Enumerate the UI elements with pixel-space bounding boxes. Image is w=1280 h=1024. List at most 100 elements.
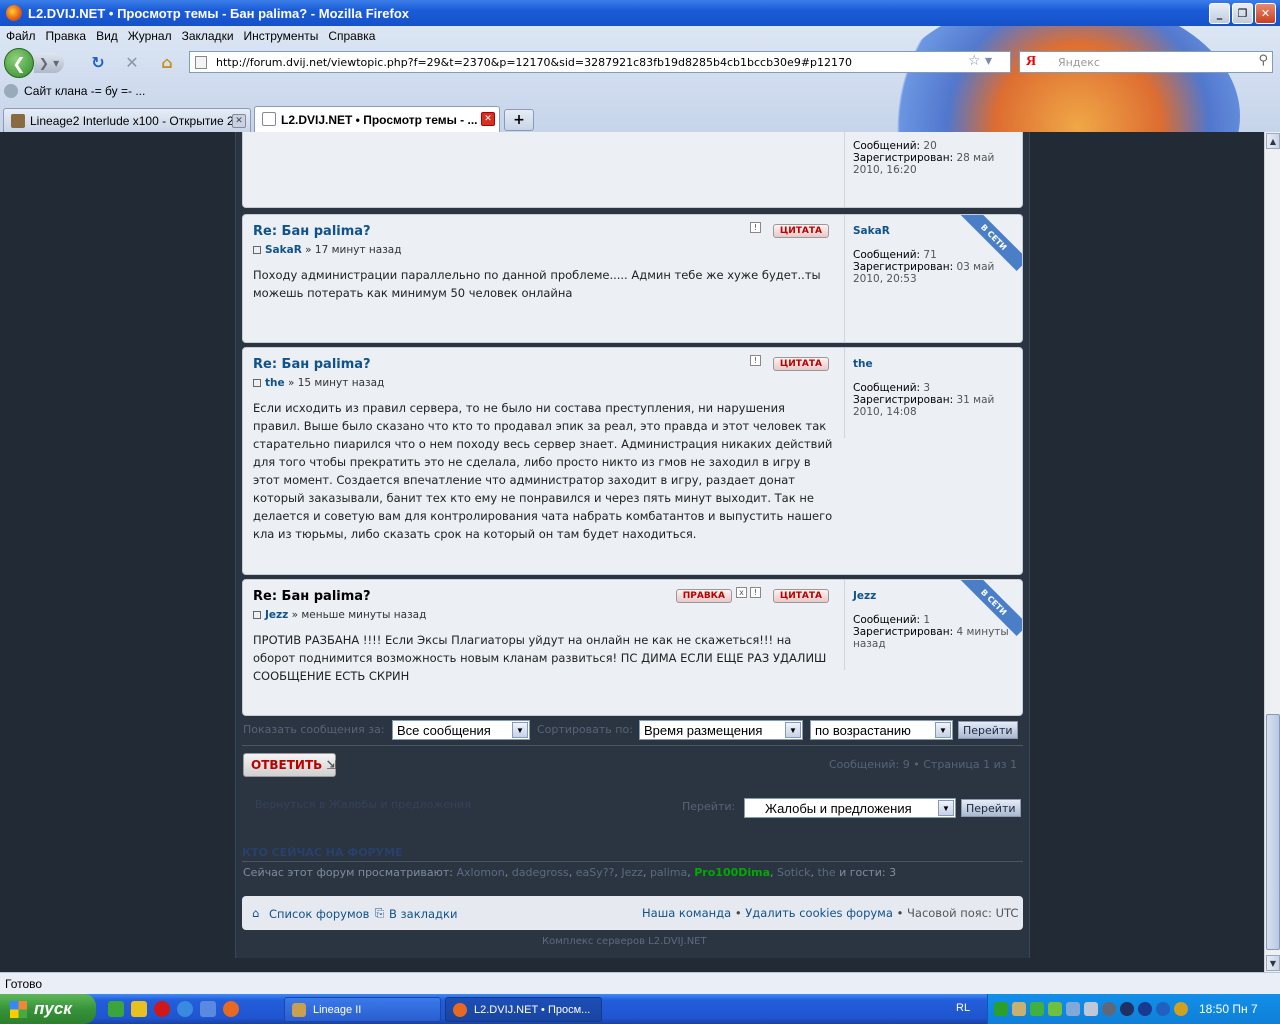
report-icon[interactable]: ! [750, 222, 761, 233]
divider [242, 745, 1023, 746]
menu-view[interactable]: Вид [92, 26, 124, 46]
show-posts-select[interactable]: Все сообщения ▼ [392, 720, 530, 740]
delete-icon[interactable]: x [736, 587, 747, 598]
minimize-button[interactable]: _ [1209, 3, 1230, 24]
back-to-forum-link[interactable]: Вернуться в Жалобы и предложения [255, 798, 471, 811]
status-bar: Готово [0, 972, 1280, 994]
sort-order-select[interactable]: по возрастанию ▼ [810, 720, 953, 740]
taskbar-item-lineage[interactable]: Lineage II [284, 997, 441, 1022]
tray-icon[interactable] [1174, 1002, 1188, 1016]
scroll-thumb[interactable] [1266, 714, 1280, 950]
post-time: » 17 минут назад [305, 244, 402, 256]
jump-go-button[interactable]: Перейти [961, 799, 1021, 817]
online-user-link[interactable]: Jezz [621, 866, 643, 879]
report-icon[interactable]: ! [750, 355, 761, 366]
page-icon [195, 56, 207, 69]
close-button[interactable]: ✕ [1255, 3, 1276, 24]
language-indicator[interactable]: RL [956, 1002, 970, 1014]
search-input[interactable]: Я Яндекс ⚲ [1019, 51, 1273, 73]
firefox-icon[interactable] [223, 1001, 239, 1017]
tray-icon[interactable] [994, 1002, 1008, 1016]
tray-icon[interactable] [1012, 1002, 1026, 1016]
post-author[interactable]: the [265, 377, 285, 389]
online-user-link[interactable]: dadegross [512, 866, 569, 879]
bookmark-item[interactable]: Сайт клана -= бу =- ... [24, 84, 145, 98]
tray-icon[interactable] [1102, 1002, 1116, 1016]
start-label: пуск [34, 999, 72, 1018]
online-user-link[interactable]: eaSy?? [576, 866, 615, 879]
windows-logo-icon [10, 1001, 27, 1018]
new-tab-button[interactable]: + [504, 109, 534, 131]
menu-edit[interactable]: Правка [42, 26, 93, 46]
profile-username[interactable]: Jezz [853, 590, 1022, 602]
home-icon[interactable]: ⌂ [157, 52, 177, 72]
post-author[interactable]: SakaR [265, 244, 302, 256]
tray-icon[interactable] [1066, 1002, 1080, 1016]
post-time: » 15 минут назад [287, 377, 385, 389]
quicklaunch-icon[interactable] [131, 1001, 147, 1017]
search-icon[interactable]: ⚲ [1258, 53, 1268, 68]
bookmark-star-icon[interactable]: ☆ ▾ [968, 53, 992, 69]
start-button[interactable]: пуск [0, 994, 96, 1024]
delete-cookies-link[interactable]: Удалить cookies форума [745, 906, 893, 920]
online-user-link[interactable]: Axlomon [457, 866, 505, 879]
menu-help[interactable]: Справка [324, 26, 381, 46]
tab-lineage2[interactable]: Lineage2 Interlude x100 - Открытие 2... … [3, 108, 251, 132]
tray-icon[interactable] [1138, 1002, 1152, 1016]
sort-by-select[interactable]: Время размещения ▼ [639, 720, 803, 740]
back-button[interactable]: ❮ [4, 48, 34, 78]
online-user-link[interactable]: Pro100Dima [694, 866, 770, 879]
page-scrollbar[interactable]: ▲ ▼ [1264, 132, 1280, 972]
quote-button[interactable]: ЦИТАТА [772, 224, 829, 238]
post-title[interactable]: Re: Бан palima? [253, 357, 833, 372]
close-tab-icon[interactable]: ✕ [232, 114, 246, 128]
forum-list-link[interactable]: Список форумов [269, 907, 369, 921]
jump-select[interactable]: Жалобы и предложения ▼ [744, 798, 956, 818]
quicklaunch-icon[interactable] [108, 1001, 124, 1017]
profile-username[interactable]: SakaR [853, 225, 1022, 237]
online-user-link[interactable]: palima [650, 866, 687, 879]
scroll-down-arrow-icon[interactable]: ▼ [1266, 955, 1280, 971]
team-link[interactable]: Наша команда [642, 906, 731, 920]
maximize-button[interactable]: ❐ [1232, 3, 1253, 24]
online-user-separator: , [642, 866, 650, 879]
edit-button[interactable]: ПРАВКА [675, 589, 732, 603]
report-icon[interactable]: ! [750, 587, 761, 598]
close-tab-icon[interactable]: ✕ [481, 112, 495, 126]
taskbar-item-firefox[interactable]: L2.DVIJ.NET • Просм... [445, 997, 602, 1022]
online-user-link[interactable]: Sotick [777, 866, 811, 879]
url-text: http://forum.dvij.net/viewtopic.php?f=29… [216, 55, 853, 69]
reply-button[interactable]: ОТВЕТИТЬ ⇲ [243, 753, 336, 777]
post-icon [253, 246, 261, 254]
menu-tools[interactable]: Инструменты [240, 26, 325, 46]
quote-button[interactable]: ЦИТАТА [772, 357, 829, 371]
menu-file[interactable]: Файл [2, 26, 42, 46]
tray-icon[interactable] [1048, 1002, 1062, 1016]
bookmarks-link[interactable]: В закладки [389, 907, 457, 921]
tab-forum[interactable]: L2.DVIJ.NET • Просмотр темы - ... ✕ [254, 106, 500, 132]
online-user-separator: , [568, 866, 576, 879]
quicklaunch-icon[interactable] [200, 1001, 216, 1017]
opera-icon[interactable] [154, 1001, 170, 1017]
scroll-up-arrow-icon[interactable]: ▲ [1266, 133, 1280, 149]
forward-button[interactable]: ❯ ▾ [34, 53, 64, 73]
post-title[interactable]: Re: Бан palima? [253, 224, 833, 239]
stop-icon[interactable]: ✕ [122, 52, 142, 72]
post-author-line: the » 15 минут назад [253, 377, 833, 389]
tray-icon[interactable] [1084, 1002, 1098, 1016]
post-author[interactable]: Jezz [265, 609, 288, 621]
tray-icon[interactable] [1120, 1002, 1134, 1016]
sort-go-button[interactable]: Перейти [958, 721, 1018, 739]
online-user-link[interactable]: the [818, 866, 836, 879]
tray-icon[interactable] [1156, 1002, 1170, 1016]
reload-icon[interactable]: ↻ [88, 52, 108, 72]
taskbar-item-label: L2.DVIJ.NET • Просм... [474, 1003, 591, 1016]
menu-bookmarks[interactable]: Закладки [178, 26, 240, 46]
quote-button[interactable]: ЦИТАТА [772, 589, 829, 603]
url-bar[interactable]: http://forum.dvij.net/viewtopic.php?f=29… [189, 51, 1011, 73]
tray-icon[interactable] [1030, 1002, 1044, 1016]
menu-history[interactable]: Журнал [124, 26, 178, 46]
ie-icon[interactable] [177, 1001, 193, 1017]
yandex-logo-icon[interactable]: Я [1026, 54, 1036, 70]
profile-username[interactable]: the [853, 358, 1022, 370]
